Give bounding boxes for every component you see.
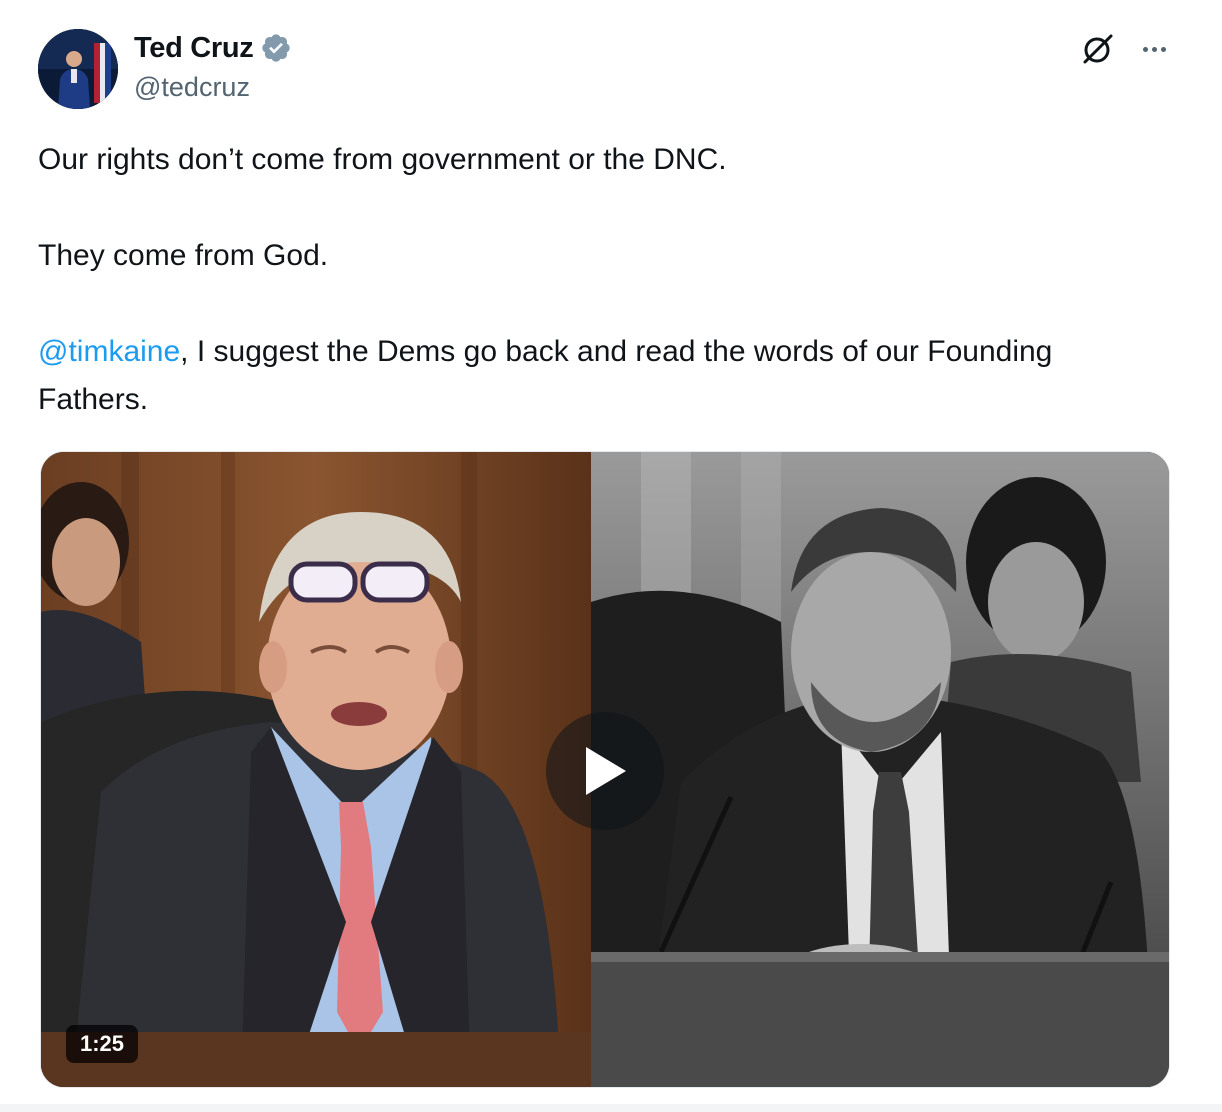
- mention-link[interactable]: @timkaine: [38, 335, 180, 368]
- verified-badge-icon[interactable]: [260, 32, 292, 64]
- author-display-name[interactable]: Ted Cruz: [134, 32, 254, 65]
- author-handle[interactable]: @tedcruz: [134, 72, 250, 103]
- avatar[interactable]: [38, 29, 118, 109]
- tweet-text-line-3: @timkaine, I suggest the Dems go back an…: [38, 328, 1168, 424]
- tweet-text-line-2: They come from God.: [38, 239, 329, 272]
- bottom-divider: [0, 1104, 1222, 1112]
- avatar-image: [38, 29, 118, 109]
- author-name-row[interactable]: Ted Cruz: [134, 30, 292, 66]
- video-duration-badge: 1:25: [66, 1025, 139, 1063]
- more-options-icon[interactable]: [1136, 32, 1172, 66]
- tweet-card[interactable]: Ted Cruz @tedcruz Our rights don’t come …: [0, 0, 1222, 1112]
- tweet-text: Our rights don’t come from government or…: [38, 136, 1168, 424]
- grok-icon[interactable]: [1078, 30, 1116, 68]
- play-icon[interactable]: [546, 712, 664, 830]
- tweet-text-line-3-rest: , I suggest the Dems go back and read th…: [38, 335, 1053, 416]
- tweet-text-line-1: Our rights don’t come from government or…: [38, 143, 727, 176]
